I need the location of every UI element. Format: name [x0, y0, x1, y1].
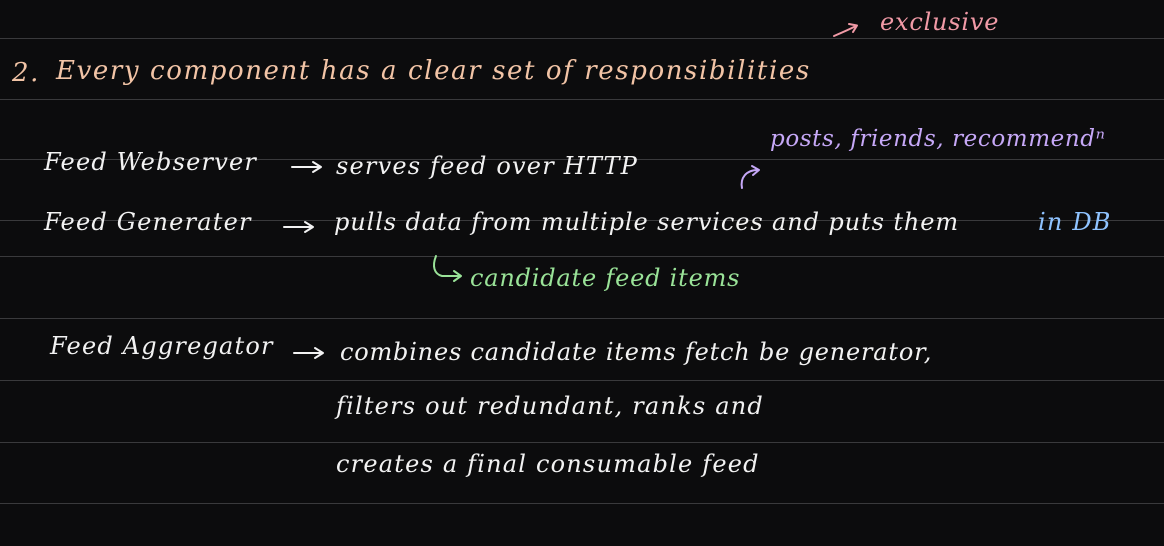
- ruled-line: [0, 38, 1164, 39]
- generator-label: Feed Generater: [44, 208, 252, 236]
- generator-description: pulls data from multiple services and pu…: [334, 208, 959, 236]
- aggregator-description-line-1: combines candidate items fetch be genera…: [340, 338, 933, 366]
- hook-arrow-icon: [433, 255, 462, 282]
- arrow-icon: [291, 161, 322, 173]
- heading-text: Every component has a clear set of respo…: [56, 56, 811, 86]
- aggregator-description-line-3: creates a final consumable feed: [336, 450, 760, 478]
- webserver-label: Feed Webserver: [44, 148, 258, 176]
- webserver-description: serves feed over HTTP: [336, 152, 639, 180]
- ruled-line: [0, 503, 1164, 504]
- curved-arrow-icon: [740, 165, 760, 189]
- arrow-icon: [283, 221, 314, 233]
- generator-subnote: candidate feed items: [470, 264, 741, 292]
- annotation-arrow-icon: [833, 23, 858, 37]
- arrow-icon: [293, 347, 324, 359]
- aggregator-description-line-2: filters out redundant, ranks and: [336, 392, 764, 420]
- ruled-line: [0, 442, 1164, 443]
- ruled-line: [0, 256, 1164, 257]
- annotation-exclusive: exclusive: [880, 8, 1000, 36]
- heading-number: 2.: [12, 58, 41, 88]
- handwritten-notes-page: { "heading": { "number": "2.", "text": "…: [0, 0, 1164, 546]
- generator-description-highlight: in DB: [1038, 208, 1112, 236]
- aggregator-label: Feed Aggregator: [50, 332, 274, 360]
- ruled-line: [0, 380, 1164, 381]
- ruled-line: [0, 318, 1164, 319]
- sources-note: posts, friends, recommendⁿ: [770, 126, 1106, 152]
- ruled-line: [0, 99, 1164, 100]
